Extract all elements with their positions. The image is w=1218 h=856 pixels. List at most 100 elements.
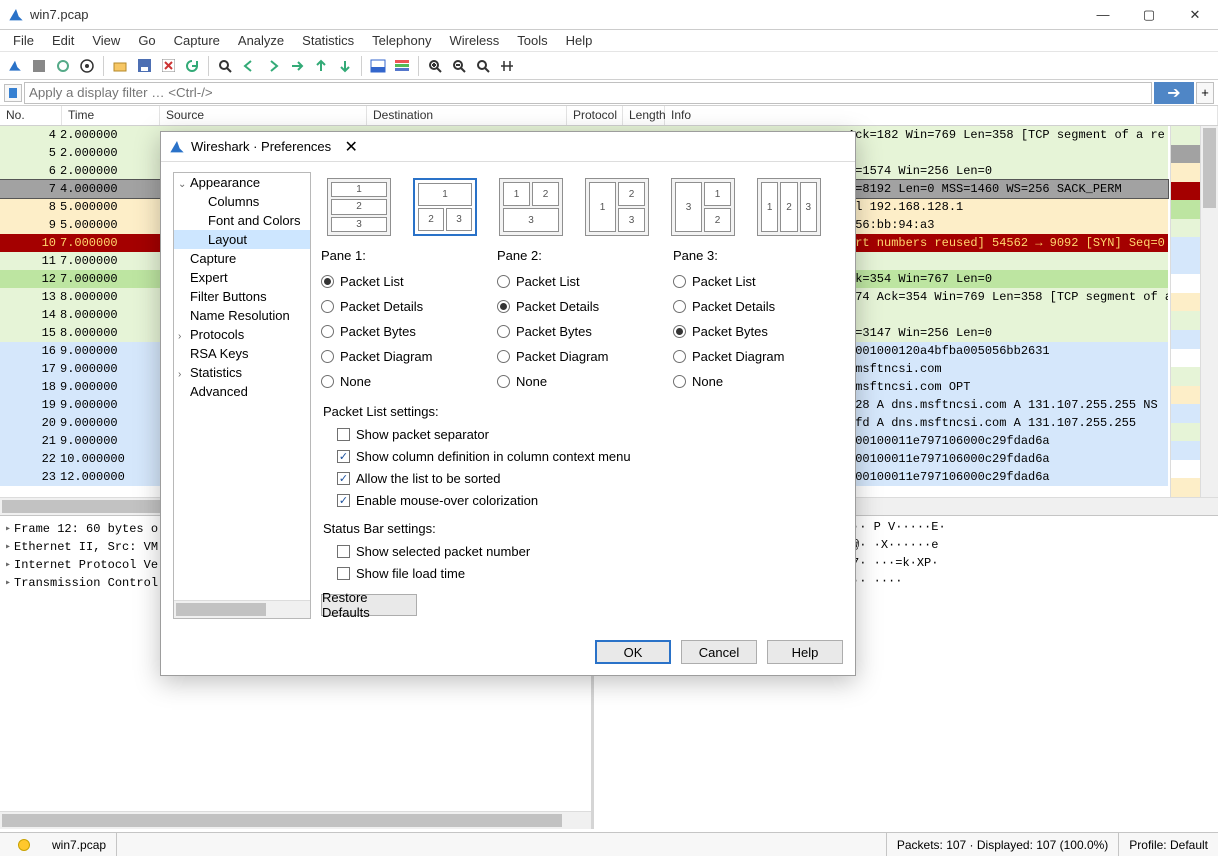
shark-fin-icon[interactable]: [4, 55, 26, 77]
pref-tree-rsa-keys[interactable]: RSA Keys: [174, 344, 310, 363]
layout-option-3[interactable]: 12 3: [499, 178, 563, 236]
status-bar-check-0[interactable]: Show selected packet number: [321, 540, 837, 562]
packet-list-vscroll[interactable]: [1200, 126, 1218, 497]
zoom-out-icon[interactable]: [448, 55, 470, 77]
pane-2-option-packet-list[interactable]: Packet List: [497, 269, 661, 294]
col-header-no[interactable]: No.: [0, 106, 62, 125]
col-header-proto[interactable]: Protocol: [567, 106, 623, 125]
restart-icon[interactable]: [52, 55, 74, 77]
pref-tree-expert[interactable]: Expert: [174, 268, 310, 287]
menu-telephony[interactable]: Telephony: [363, 32, 440, 49]
reload-icon[interactable]: [181, 55, 203, 77]
menu-analyze[interactable]: Analyze: [229, 32, 293, 49]
back-icon[interactable]: [238, 55, 260, 77]
pane-1-option-none[interactable]: None: [321, 369, 485, 394]
menu-file[interactable]: File: [4, 32, 43, 49]
pane-1-option-packet-bytes[interactable]: Packet Bytes: [321, 319, 485, 344]
checkbox-icon: ✓: [337, 450, 350, 463]
restore-defaults-button[interactable]: Restore Defaults: [321, 594, 417, 616]
ok-button[interactable]: OK: [595, 640, 671, 664]
details-hscroll[interactable]: [0, 811, 591, 829]
stop-icon[interactable]: [28, 55, 50, 77]
menu-tools[interactable]: Tools: [508, 32, 556, 49]
layout-option-4[interactable]: 1 23: [585, 178, 649, 236]
col-header-time[interactable]: Time: [62, 106, 160, 125]
pref-tree-name-resolution[interactable]: Name Resolution: [174, 306, 310, 325]
pref-tree-layout[interactable]: Layout: [174, 230, 310, 249]
packet-list-check-2[interactable]: ✓Allow the list to be sorted: [321, 467, 837, 489]
pref-tree-advanced[interactable]: Advanced: [174, 382, 310, 401]
help-button[interactable]: Help: [767, 640, 843, 664]
close-file-icon[interactable]: [157, 55, 179, 77]
packet-list-check-3[interactable]: ✓Enable mouse-over colorization: [321, 489, 837, 511]
forward-icon[interactable]: [262, 55, 284, 77]
pane-3-option-packet-diagram[interactable]: Packet Diagram: [673, 344, 837, 369]
pref-tree-font-and-colors[interactable]: Font and Colors: [174, 211, 310, 230]
layout-option-5[interactable]: 1 3 2: [671, 178, 735, 236]
menu-go[interactable]: Go: [129, 32, 164, 49]
packet-list-check-0[interactable]: Show packet separator: [321, 423, 837, 445]
menu-wireless[interactable]: Wireless: [440, 32, 508, 49]
auto-scroll-icon[interactable]: [367, 55, 389, 77]
last-icon[interactable]: [334, 55, 356, 77]
pane-2-option-packet-diagram[interactable]: Packet Diagram: [497, 344, 661, 369]
filter-bookmark-button[interactable]: [4, 84, 22, 102]
pane-3-option-none[interactable]: None: [673, 369, 837, 394]
col-header-length[interactable]: Length: [623, 106, 665, 125]
pane-3-option-packet-details[interactable]: Packet Details: [673, 294, 837, 319]
display-filter-input[interactable]: [24, 82, 1152, 104]
resize-cols-icon[interactable]: [496, 55, 518, 77]
filter-add-button[interactable]: +: [1196, 82, 1214, 104]
layout-option-2[interactable]: 1 23: [413, 178, 477, 236]
open-icon[interactable]: [109, 55, 131, 77]
window-minimize-button[interactable]: —: [1080, 0, 1126, 30]
preferences-tree-hscroll[interactable]: [174, 600, 310, 618]
find-icon[interactable]: [214, 55, 236, 77]
goto-icon[interactable]: [286, 55, 308, 77]
options-icon[interactable]: [76, 55, 98, 77]
col-header-info[interactable]: Info: [665, 106, 1218, 125]
layout-option-6[interactable]: 123: [757, 178, 821, 236]
menu-statistics[interactable]: Statistics: [293, 32, 363, 49]
menu-capture[interactable]: Capture: [165, 32, 229, 49]
pane-2-option-packet-details[interactable]: Packet Details: [497, 294, 661, 319]
packet-list-check-1[interactable]: ✓Show column definition in column contex…: [321, 445, 837, 467]
packet-minimap[interactable]: [1170, 126, 1200, 497]
save-icon[interactable]: [133, 55, 155, 77]
first-icon[interactable]: [310, 55, 332, 77]
pref-tree-protocols[interactable]: ›Protocols: [174, 325, 310, 344]
pane-1-option-packet-diagram[interactable]: Packet Diagram: [321, 344, 485, 369]
dialog-close-button[interactable]: ✕: [331, 133, 371, 161]
status-profile[interactable]: Profile: Default: [1118, 833, 1218, 856]
window-titlebar: win7.pcap — ▢ ✕: [0, 0, 1218, 30]
colorize-icon[interactable]: [391, 55, 413, 77]
zoom-in-icon[interactable]: [424, 55, 446, 77]
expert-info-icon[interactable]: [18, 839, 30, 851]
pref-tree-filter-buttons[interactable]: Filter Buttons: [174, 287, 310, 306]
window-maximize-button[interactable]: ▢: [1126, 0, 1172, 30]
menu-view[interactable]: View: [83, 32, 129, 49]
filter-apply-button[interactable]: ➔: [1154, 82, 1194, 104]
col-header-dest[interactable]: Destination: [367, 106, 567, 125]
pane-1-option-packet-details[interactable]: Packet Details: [321, 294, 485, 319]
pane-1-option-packet-list[interactable]: Packet List: [321, 269, 485, 294]
cancel-button[interactable]: Cancel: [681, 640, 757, 664]
pref-tree-appearance[interactable]: ⌄Appearance: [174, 173, 310, 192]
pane-2-option-packet-bytes[interactable]: Packet Bytes: [497, 319, 661, 344]
pane-2-option-none[interactable]: None: [497, 369, 661, 394]
preferences-tree[interactable]: ⌄AppearanceColumnsFont and ColorsLayoutC…: [173, 172, 311, 619]
pane-assignment: Pane 1:Packet ListPacket DetailsPacket B…: [321, 246, 837, 394]
layout-option-1[interactable]: 123: [327, 178, 391, 236]
pref-tree-capture[interactable]: Capture: [174, 249, 310, 268]
pref-tree-statistics[interactable]: ›Statistics: [174, 363, 310, 382]
menu-help[interactable]: Help: [557, 32, 602, 49]
pref-tree-columns[interactable]: Columns: [174, 192, 310, 211]
col-header-source[interactable]: Source: [160, 106, 367, 125]
pane-3-option-packet-list[interactable]: Packet List: [673, 269, 837, 294]
status-bar-check-1[interactable]: Show file load time: [321, 562, 837, 584]
zoom-reset-icon[interactable]: [472, 55, 494, 77]
window-close-button[interactable]: ✕: [1172, 0, 1218, 30]
menu-edit[interactable]: Edit: [43, 32, 83, 49]
menu-bar: FileEditViewGoCaptureAnalyzeStatisticsTe…: [0, 30, 1218, 52]
pane-3-option-packet-bytes[interactable]: Packet Bytes: [673, 319, 837, 344]
